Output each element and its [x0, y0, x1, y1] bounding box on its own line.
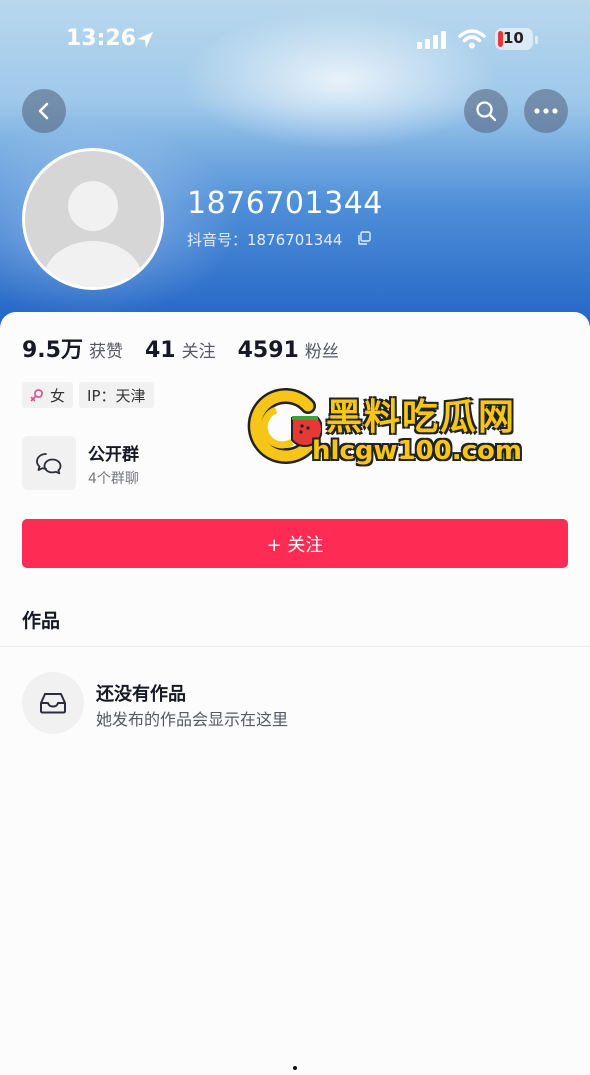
section-divider — [0, 646, 590, 647]
stat-likes-value: 9.5万 — [22, 338, 83, 363]
inbox-tray-icon — [40, 693, 66, 714]
group-chat-icon-box — [22, 436, 76, 490]
empty-icon-circle — [22, 672, 84, 734]
avatar[interactable] — [22, 148, 164, 290]
stat-followers-value: 4591 — [237, 338, 299, 363]
stat-likes[interactable]: 9.5万 获赞 — [22, 332, 123, 364]
stat-likes-label: 获赞 — [88, 342, 123, 362]
follow-button[interactable]: + 关注 — [22, 519, 568, 568]
status-bar: 13:26 10 — [0, 22, 590, 58]
works-section-title[interactable]: 作品 — [22, 606, 60, 633]
location-arrow-icon — [137, 32, 153, 48]
status-time: 13:26 — [66, 26, 137, 51]
empty-subtitle: 她发布的作品会显示在这里 — [96, 710, 289, 729]
group-subtitle: 4个群聊 — [88, 471, 139, 487]
watermark-title: 黑料吃瓜网 — [326, 397, 517, 438]
battery-level: 10 — [503, 29, 524, 47]
chat-bubbles-icon — [36, 453, 62, 475]
group-title: 公开群 — [88, 445, 139, 465]
back-button[interactable] — [22, 89, 66, 133]
stat-followers[interactable]: 4591 粉丝 — [238, 337, 339, 363]
more-dots-icon — [534, 108, 558, 114]
ip-tag: IP：天津 — [79, 382, 154, 408]
profile-tags: 女 IP：天津 — [22, 382, 160, 408]
ip-label: IP：天津 — [87, 386, 146, 405]
search-icon — [476, 101, 497, 122]
watermark-url: hlcgw100.com — [312, 436, 522, 466]
copy-icon[interactable] — [357, 231, 371, 245]
stat-following[interactable]: 41 关注 — [145, 337, 216, 363]
watermark-logo-icon — [247, 388, 322, 464]
gender-tag: 女 — [22, 382, 74, 408]
default-avatar-icon — [25, 151, 161, 287]
search-button[interactable] — [464, 89, 508, 133]
stats-row: 9.5万 获赞 41 关注 4591 粉丝 — [22, 332, 361, 364]
cellular-signal-icon — [417, 31, 446, 49]
empty-title: 还没有作品 — [96, 684, 186, 705]
douyin-id: 抖音号：1876701344 — [187, 231, 343, 249]
stat-following-value: 41 — [144, 338, 176, 363]
stat-following-label: 关注 — [181, 342, 216, 362]
chevron-left-icon — [38, 102, 49, 120]
battery-indicator: 10 — [495, 28, 533, 50]
stat-followers-label: 粉丝 — [304, 342, 339, 362]
more-options-button[interactable] — [524, 89, 568, 133]
home-indicator — [293, 1066, 297, 1070]
empty-works-state: 还没有作品 她发布的作品会显示在这里 — [22, 672, 522, 738]
wifi-icon — [458, 29, 486, 49]
gender-label: 女 — [50, 386, 66, 405]
profile-username: 1876701344 — [187, 186, 383, 221]
female-icon — [30, 389, 43, 402]
site-watermark: 黑料吃瓜网 hlcgw100.com — [246, 386, 546, 476]
